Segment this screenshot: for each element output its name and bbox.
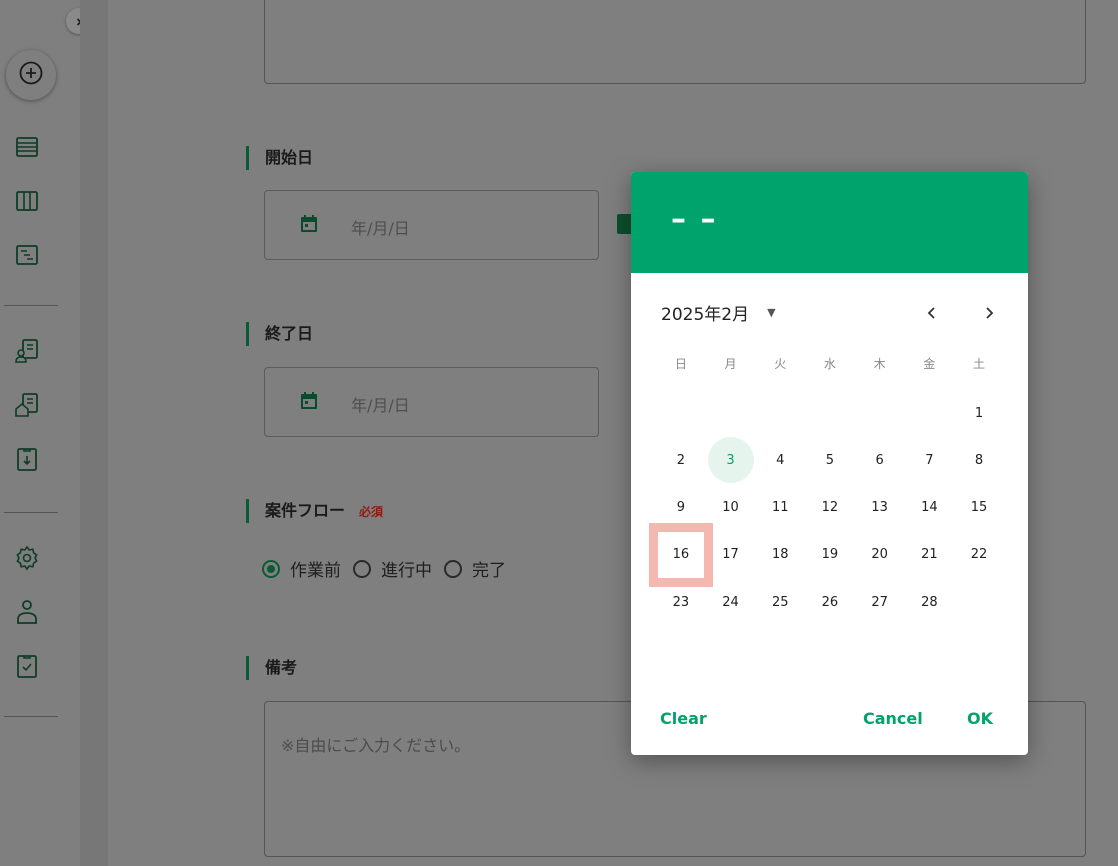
next-month-button[interactable]: [974, 298, 1004, 328]
radio-button-selected[interactable]: [262, 559, 280, 578]
day-cell[interactable]: 8: [956, 437, 1002, 483]
day-cell[interactable]: 26: [807, 579, 853, 625]
cancel-button[interactable]: Cancel: [863, 709, 923, 728]
month-label: 2025年2月: [661, 305, 750, 325]
day-cell[interactable]: 15: [956, 485, 1002, 531]
house-document-icon: [14, 392, 40, 422]
start-date-field[interactable]: 年/月/日: [264, 190, 599, 260]
day-cell[interactable]: 21: [906, 532, 952, 578]
day-cell[interactable]: 10: [708, 485, 754, 531]
sidebar: [0, 0, 92, 866]
day-cell[interactable]: 4: [757, 437, 803, 483]
weekday-header: 日月火水木金土: [656, 355, 1004, 372]
day-cell[interactable]: 14: [906, 485, 952, 531]
weekday-label: 木: [873, 357, 886, 371]
memo-placeholder: ※自由にご入力ください。: [281, 736, 471, 755]
flow-label: 案件フロー 必須: [246, 499, 383, 523]
weekday-label: 水: [823, 357, 836, 371]
day-cell[interactable]: 19: [807, 532, 853, 578]
end-date-field[interactable]: 年/月/日: [264, 367, 599, 437]
weekday-label: 火: [774, 357, 787, 371]
previous-month-button[interactable]: [917, 298, 947, 328]
sidebar-divider: [4, 716, 58, 717]
plus-circle-icon: [18, 60, 44, 90]
date-picker-header: – –: [631, 172, 1028, 273]
sidebar-divider: [4, 512, 58, 513]
day-cell[interactable]: 7: [906, 437, 952, 483]
calendar-icon: [298, 213, 320, 235]
day-cell[interactable]: 20: [857, 532, 903, 578]
sidebar-item-list[interactable]: [14, 136, 40, 162]
end-date-placeholder: 年/月/日: [351, 396, 410, 415]
day-cell[interactable]: 13: [857, 485, 903, 531]
radio-option-in-progress[interactable]: 進行中: [353, 556, 432, 581]
gear-icon: [14, 545, 40, 575]
chevron-right-icon: [983, 301, 995, 325]
list-view-icon: [15, 135, 39, 163]
radio-option-done[interactable]: 完了: [444, 556, 506, 581]
day-cell[interactable]: 2: [658, 437, 704, 483]
upper-textarea[interactable]: [264, 0, 1086, 84]
day-cell[interactable]: 6: [857, 437, 903, 483]
day-cell[interactable]: 28: [906, 579, 952, 625]
memo-label: 備考: [246, 656, 297, 680]
columns-view-icon: [15, 189, 39, 217]
calendar-icon: [298, 390, 320, 412]
selected-date-display: – –: [671, 202, 718, 237]
radio-button[interactable]: [444, 559, 462, 578]
weekday-label: 日: [674, 357, 687, 371]
day-cell[interactable]: 23: [658, 579, 704, 625]
day-cell[interactable]: 12: [807, 485, 853, 531]
radio-label: 完了: [472, 561, 506, 581]
sidebar-edge: [80, 0, 108, 866]
clear-button[interactable]: Clear: [660, 709, 707, 728]
sidebar-item-check[interactable]: [14, 655, 40, 681]
day-cell[interactable]: 22: [956, 532, 1002, 578]
radio-label: 進行中: [381, 561, 432, 581]
radio-button[interactable]: [353, 559, 371, 578]
gantt-view-icon: [15, 243, 39, 271]
sidebar-item-user[interactable]: [14, 599, 40, 629]
radio-option-before[interactable]: 作業前: [262, 556, 341, 581]
day-cell[interactable]: 9: [658, 485, 704, 531]
date-picker-dialog: – – 2025年2月 ▼ 日月火水木金土 1 2 3 4 5 6 7 8 9 10 11 12 13 1…: [631, 172, 1028, 755]
user-icon: [15, 599, 39, 629]
sidebar-item-columns[interactable]: [14, 190, 40, 216]
day-cell[interactable]: 11: [757, 485, 803, 531]
sidebar-item-house-document[interactable]: [14, 392, 40, 422]
day-cell[interactable]: 17: [708, 532, 754, 578]
end-date-label: 終了日: [246, 322, 313, 346]
day-cell[interactable]: 1: [956, 390, 1002, 436]
day-cell[interactable]: 24: [708, 579, 754, 625]
day-cell[interactable]: 18: [757, 532, 803, 578]
add-button[interactable]: [6, 50, 56, 100]
weekday-label: 金: [923, 357, 936, 371]
user-document-icon: [14, 338, 40, 368]
check-clipboard-icon: [15, 653, 39, 683]
start-date-label: 開始日: [246, 146, 313, 170]
required-badge: 必須: [359, 505, 384, 519]
sidebar-item-download[interactable]: [14, 448, 40, 474]
day-cell[interactable]: 25: [757, 579, 803, 625]
flow-radio-group: 作業前 進行中 完了: [262, 556, 518, 581]
weekday-label: 月: [724, 357, 737, 371]
ok-button[interactable]: OK: [967, 709, 993, 728]
start-date-placeholder: 年/月/日: [351, 219, 410, 238]
sidebar-item-settings[interactable]: [14, 545, 40, 575]
day-cell[interactable]: 27: [857, 579, 903, 625]
sidebar-divider: [4, 305, 58, 306]
sidebar-item-user-document[interactable]: [14, 338, 40, 368]
day-cell-highlighted[interactable]: 16: [657, 531, 704, 578]
radio-label: 作業前: [290, 561, 341, 581]
day-cell[interactable]: 5: [807, 437, 853, 483]
weekday-label: 土: [972, 357, 985, 371]
caret-down-icon: ▼: [767, 306, 776, 319]
flow-label-text: 案件フロー: [265, 501, 346, 520]
month-selector[interactable]: 2025年2月 ▼: [661, 300, 776, 325]
sidebar-item-gantt[interactable]: [14, 244, 40, 270]
dialog-actions: Clear Cancel OK: [631, 709, 1028, 739]
day-cell-today[interactable]: 3: [707, 437, 754, 484]
download-clipboard-icon: [15, 446, 39, 476]
chevron-left-icon: [926, 301, 938, 325]
